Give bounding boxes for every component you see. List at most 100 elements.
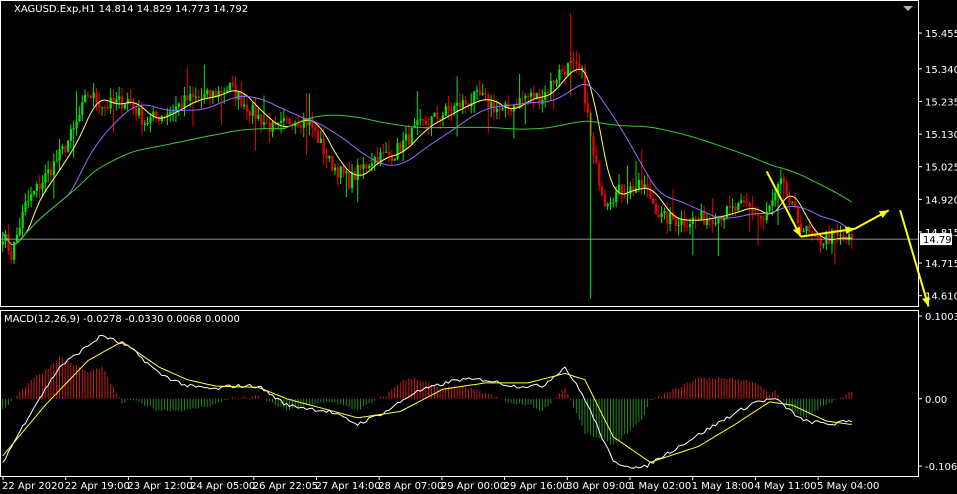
candle-body [10,251,13,260]
candle-body [546,91,550,94]
candle-body [211,91,215,98]
candle-body [561,69,564,72]
candle-body [475,90,479,92]
candle-body [169,111,172,115]
time-tick-label: 23 Apr 12:00 [127,481,192,492]
candle-body [254,104,257,120]
candle-body [285,118,288,120]
time-tick-label: 30 Apr 09:00 [566,481,631,492]
candle-body [118,96,121,100]
candle-body [172,111,175,113]
price-tick-label: 14.920 [925,195,957,206]
candle-body [663,211,666,214]
candle-body [311,117,314,128]
candle-body [262,122,266,125]
price-tick-label: 14.715 [925,259,957,270]
candle-body [362,164,365,169]
candle-body [740,200,743,204]
candle-body [416,120,419,126]
candle-body [458,102,462,108]
candle-body [84,94,87,103]
candle-body [779,178,783,185]
candle-body [44,173,47,183]
candle-body [191,93,195,97]
candle-body [632,186,635,193]
candle-body [41,182,44,189]
current-price-box: 14.792 [920,233,957,246]
candle-body [495,108,499,113]
candle-body [325,154,328,159]
candle-body [788,197,791,203]
candle-body [453,105,456,112]
candle-body [595,155,598,163]
candle-body [52,161,56,176]
candle-body [700,211,703,220]
candle-body [21,211,24,229]
candle-body [603,194,606,206]
candle-body [407,134,411,145]
price-tick-label: 15.025 [925,163,957,174]
candle-body [251,104,254,116]
candle-body [765,211,768,221]
candle-body [75,121,78,129]
candle-body [200,97,203,99]
candle-body [353,171,357,181]
candle-body [654,203,658,215]
candle-body [598,162,601,187]
candle-body [637,180,641,189]
candle-body [135,108,138,116]
candle-body [69,129,73,141]
candle-body [245,104,249,112]
candle-body [796,207,800,224]
metatrader-chart[interactable]: 15.45515.34015.23515.13015.02514.92014.8… [0,0,957,494]
candle-body [81,102,84,115]
candle-body [189,93,192,101]
candle-body [501,108,504,110]
candle-body [745,201,748,204]
candle-body [27,200,30,202]
candle-body [646,184,649,188]
candle-body [92,92,95,99]
candle-body [839,234,842,236]
price-tick-label: 15.130 [925,130,957,141]
time-tick-label: 22 Apr 2020 [2,481,64,492]
chart-background [0,0,957,494]
candle-body [38,184,41,189]
candle-body [694,217,697,219]
candle-body [757,214,760,216]
candle-body [231,82,234,85]
candle-body [481,92,484,95]
candle-body [64,146,67,152]
candle-body [478,90,482,95]
macd-tick-label: -0.106 [925,462,957,473]
candle-body [669,212,672,225]
candle-body [686,226,689,228]
candle-body [759,215,763,219]
candle-body [751,207,754,214]
candle-body [322,138,325,155]
candle-body [771,200,774,207]
candle-body [180,103,183,108]
candle-body [555,80,558,84]
candle-body [487,94,490,108]
candle-body [552,80,555,84]
candle-body [808,226,811,233]
candle-body [183,95,186,108]
candle-body [564,71,567,76]
candle-body [359,165,362,169]
candle-body [404,134,408,141]
candle-body [439,118,442,120]
candle-body [498,108,501,110]
candle-body [677,224,680,226]
candle-body [336,167,340,178]
candle-body [368,165,371,169]
candle-body [774,192,777,201]
candle-body [617,184,621,192]
candle-body [78,114,81,122]
candle-body [575,61,578,64]
candle-body [260,114,263,125]
candle-body [609,202,612,204]
candle-body [49,169,53,176]
candle-body [529,92,533,97]
time-tick-label: 24 Apr 05:00 [190,481,255,492]
